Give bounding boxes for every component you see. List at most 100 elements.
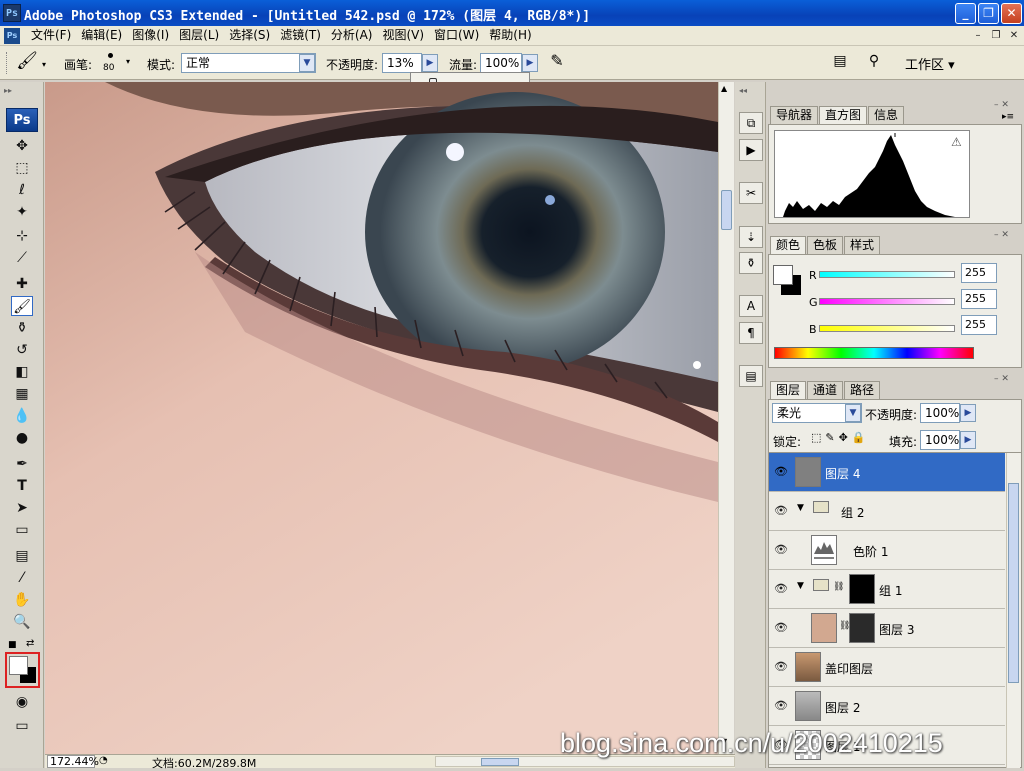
eraser-tool-icon[interactable]: ◧	[11, 362, 33, 382]
palette-well-icon[interactable]: ▤	[830, 53, 850, 73]
foreground-color-swatch[interactable]	[9, 656, 28, 675]
menu-item[interactable]: 滤镜(T)	[275, 28, 326, 43]
move-tool-icon[interactable]: ✥	[11, 136, 33, 156]
close-button[interactable]: ✕	[1001, 3, 1022, 24]
lasso-tool-icon[interactable]: ℓ	[11, 180, 33, 200]
visibility-eye-icon[interactable]: 👁	[771, 453, 791, 491]
doc-restore-icon[interactable]: ❐	[988, 28, 1004, 43]
zoom-tool-icon[interactable]: 🔍	[11, 612, 33, 632]
panel-tab[interactable]: 图层	[770, 381, 807, 399]
visibility-eye-icon[interactable]: 👁	[771, 531, 791, 569]
blend-mode-select[interactable]: 柔光 ▼	[772, 403, 862, 423]
clone-source-icon[interactable]: ⚱	[739, 252, 763, 274]
path-selection-tool-icon[interactable]: ➤	[11, 498, 33, 518]
panel-minimize-icon[interactable]: – ✕	[994, 100, 1009, 110]
panel-tab[interactable]: 直方图	[819, 106, 868, 124]
marquee-tool-icon[interactable]: ⬚	[11, 158, 33, 178]
document-canvas[interactable]	[45, 82, 718, 754]
panel-tab[interactable]: 导航器	[770, 106, 819, 124]
shape-tool-icon[interactable]: ▭	[11, 520, 33, 540]
channel-r-value[interactable]: 255	[961, 263, 997, 283]
layers-scrollbar[interactable]	[1006, 453, 1020, 768]
hscroll-thumb[interactable]	[481, 758, 519, 766]
notes-tool-icon[interactable]: ▤	[11, 546, 33, 566]
layer-name[interactable]: 图层 3	[879, 621, 914, 638]
menu-item[interactable]: 帮助(H)	[484, 28, 536, 43]
canvas-vertical-scrollbar[interactable]: ▲ ▼	[718, 82, 734, 754]
visibility-eye-icon[interactable]: 👁	[771, 687, 791, 725]
layer-row[interactable]: 👁 ⛓ 图层 3	[769, 609, 1005, 648]
layer-name[interactable]: 组 1	[879, 582, 902, 599]
clone-stamp-tool-icon[interactable]: ⚱	[11, 318, 33, 338]
workspace-button[interactable]: 工作区 ▾	[905, 54, 955, 73]
layer-row[interactable]: 👁 ▼ 组 2	[769, 492, 1005, 531]
menu-item[interactable]: 图层(L)	[174, 28, 224, 43]
brush-tool-icon[interactable]: 🖌	[11, 296, 33, 316]
channel-r-slider[interactable]	[819, 271, 955, 278]
swap-colors-icon[interactable]: ⇄	[26, 638, 34, 649]
layer-name[interactable]: 组 2	[841, 504, 864, 521]
foreground-color-box[interactable]	[773, 265, 793, 285]
menu-item[interactable]: 窗口(W)	[429, 28, 484, 43]
toolbox-collapse-icon[interactable]: ▸▸	[4, 86, 12, 95]
channel-g-value[interactable]: 255	[961, 289, 997, 309]
layer-opacity-field[interactable]: 100%	[920, 403, 960, 423]
blur-tool-icon[interactable]: 💧	[11, 406, 33, 426]
flow-slider-toggle[interactable]: ▶	[522, 54, 538, 72]
menu-item[interactable]: 选择(S)	[224, 28, 275, 43]
default-colors-icon[interactable]: ■	[8, 640, 17, 650]
panel-tab[interactable]: 信息	[868, 106, 905, 124]
airbrush-icon[interactable]: ✎	[544, 51, 570, 75]
layer-mask-thumbnail[interactable]	[849, 574, 875, 604]
doc-minimize-icon[interactable]: –	[970, 28, 986, 43]
character-panel-icon[interactable]: A	[739, 295, 763, 317]
lock-icons[interactable]: ⬚✎✥🔒	[811, 431, 870, 444]
panel-menu-icon[interactable]: ▸≡	[1002, 112, 1014, 122]
layer-mask-thumbnail[interactable]	[849, 613, 875, 643]
menu-item[interactable]: 编辑(E)	[76, 28, 127, 43]
layers-panel-minimize-icon[interactable]: – ✕	[994, 374, 1009, 384]
group-expand-icon[interactable]: ▼	[797, 581, 804, 591]
crop-tool-icon[interactable]: ⊹	[11, 226, 33, 246]
bridge-icon[interactable]: ⚲	[862, 53, 886, 73]
brush-dropdown-icon[interactable]: ▾	[126, 57, 130, 66]
screen-mode-icon[interactable]: ▭	[11, 716, 33, 736]
fill-toggle[interactable]: ▶	[960, 431, 976, 449]
layer-name[interactable]: 图层 2	[825, 699, 860, 716]
visibility-eye-icon[interactable]: 👁	[771, 492, 791, 530]
magic-wand-tool-icon[interactable]: ✦	[11, 202, 33, 222]
eyedropper-tool-icon[interactable]: ⁄	[11, 568, 33, 588]
flow-field[interactable]: 100%	[480, 53, 522, 73]
blend-mode-dropdown-icon[interactable]: ▼	[845, 404, 861, 422]
quick-mask-icon[interactable]: ◉	[11, 692, 33, 712]
zoom-field[interactable]: 172.44%	[47, 755, 99, 768]
mode-dropdown-icon[interactable]: ▼	[299, 54, 315, 72]
visibility-eye-icon[interactable]: 👁	[771, 570, 791, 608]
scroll-up-icon[interactable]: ▲	[721, 84, 727, 93]
channel-b-slider[interactable]	[819, 325, 955, 332]
ps-logo[interactable]: Ps	[6, 108, 38, 132]
type-tool-icon[interactable]: T	[11, 476, 33, 496]
panel-tab[interactable]: 路径	[844, 381, 881, 399]
dodge-tool-icon[interactable]: ●	[11, 428, 33, 448]
panel-tab[interactable]: 通道	[807, 381, 844, 399]
opacity-field[interactable]: 13%	[382, 53, 422, 73]
visibility-eye-icon[interactable]: 👁	[771, 648, 791, 686]
warning-icon[interactable]: ⚠	[951, 135, 962, 149]
mode-select[interactable]: 正常 ▼	[181, 53, 316, 73]
layer-row[interactable]: 👁 色阶 1	[769, 531, 1005, 570]
color-swatches[interactable]	[5, 652, 40, 688]
channel-g-slider[interactable]	[819, 298, 955, 305]
actions-panel-icon[interactable]: ▶	[739, 139, 763, 161]
layer-name[interactable]: 图层 4	[825, 465, 860, 482]
menu-item[interactable]: 视图(V)	[377, 28, 429, 43]
panel-tab[interactable]: 样式	[844, 236, 881, 254]
restore-button[interactable]: ❐	[978, 3, 999, 24]
layer-comps-icon[interactable]: ▤	[739, 365, 763, 387]
brushes-panel-icon[interactable]: ⇣	[739, 226, 763, 248]
preset-arrow-icon[interactable]: ▾	[42, 60, 46, 69]
layer-row[interactable]: 👁 盖印图层	[769, 648, 1005, 687]
pen-tool-icon[interactable]: ✒	[11, 454, 33, 474]
layer-name[interactable]: 盖印图层	[825, 660, 873, 677]
gradient-tool-icon[interactable]: ▦	[11, 384, 33, 404]
